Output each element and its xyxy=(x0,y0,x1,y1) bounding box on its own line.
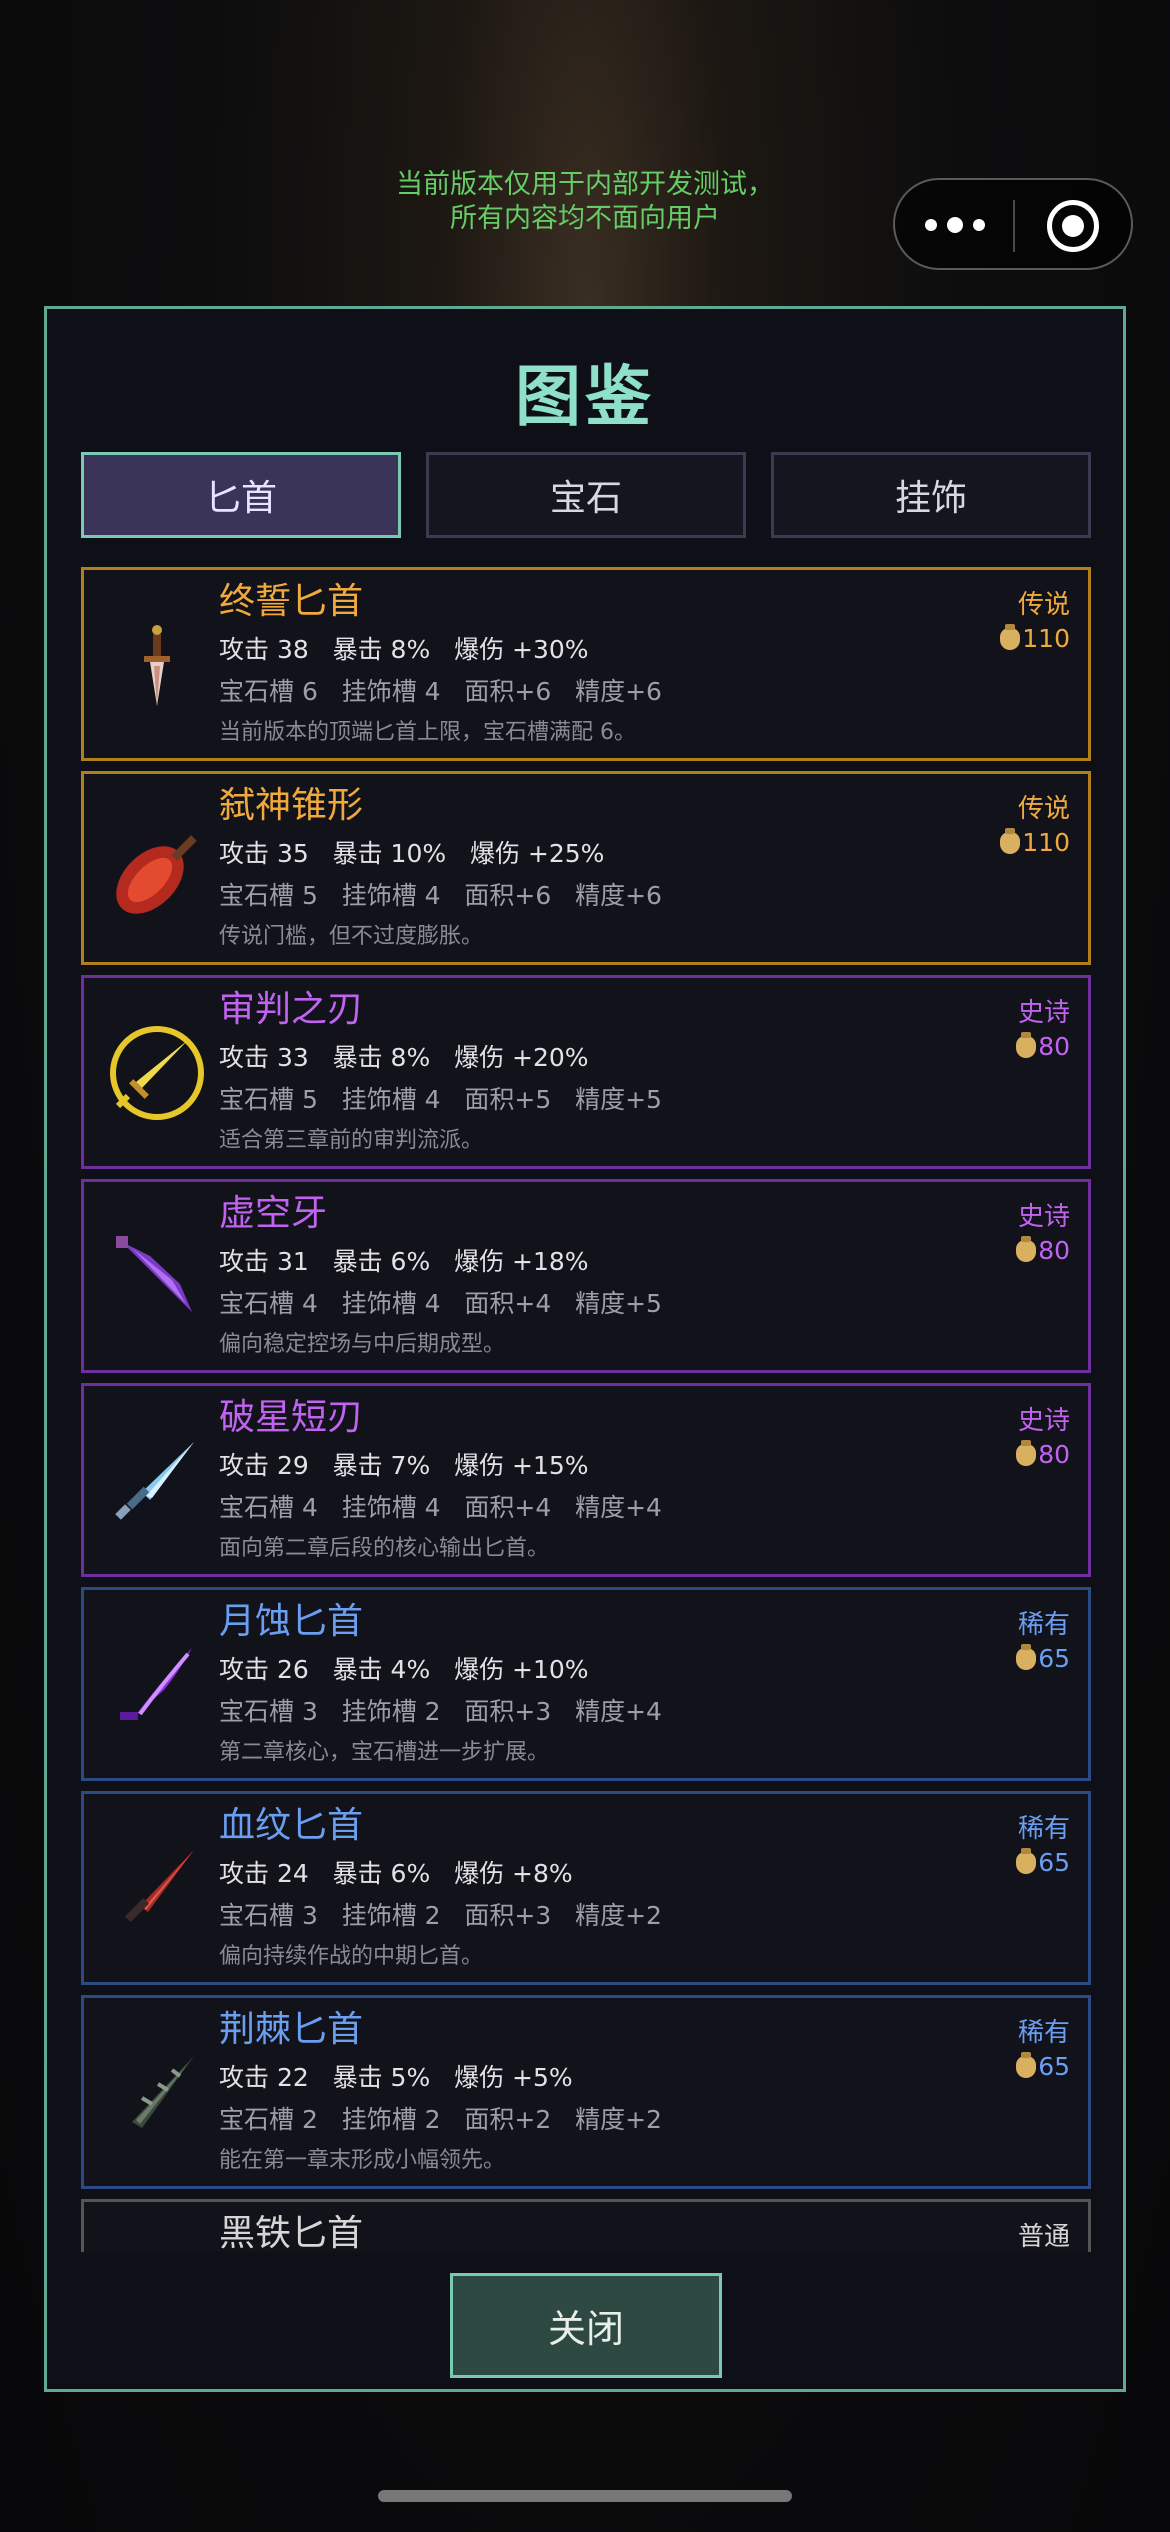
dagger-name: 黑铁匕首 xyxy=(219,2213,364,2252)
dagger-name: 弑神锥形 xyxy=(219,785,364,826)
dagger-name: 荆棘匕首 xyxy=(219,2009,364,2050)
coin-bag-icon xyxy=(1016,1643,1037,1670)
rarity-label: 史诗 xyxy=(1017,1406,1070,1436)
home-indicator xyxy=(378,2490,792,2502)
dagger-description: 第二章核心，宝石槽进一步扩展。 xyxy=(219,1740,550,1765)
capsule-divider xyxy=(1013,200,1015,252)
dagger-icon xyxy=(102,1018,212,1128)
dagger-slots: 宝石槽 3 挂饰槽 2 面积+3 精度+4 xyxy=(219,1697,662,1726)
price: 65 xyxy=(1016,1847,1070,1877)
price: 110 xyxy=(1000,827,1070,857)
rarity-label: 稀有 xyxy=(1017,1610,1070,1640)
dagger-stats: 攻击 26 暴击 4% 爆伤 +10% xyxy=(219,1655,589,1684)
dagger-description: 能在第一章末形成小幅领先。 xyxy=(219,2148,506,2173)
coin-bag-icon xyxy=(1016,1235,1037,1262)
dagger-card[interactable]: 虚空牙攻击 31 暴击 6% 爆伤 +18% 宝石槽 4 挂饰槽 4 面积+4 精… xyxy=(81,1179,1091,1373)
dagger-name: 审判之刃 xyxy=(219,989,364,1030)
dagger-icon xyxy=(102,1426,212,1536)
close-mini-program-icon[interactable] xyxy=(1047,200,1099,252)
dagger-card[interactable]: 破星短刃攻击 29 暴击 7% 爆伤 +15% 宝石槽 4 挂饰槽 4 面积+4 … xyxy=(81,1383,1091,1577)
dagger-slots: 宝石槽 5 挂饰槽 4 面积+5 精度+5 xyxy=(219,1085,662,1114)
dagger-stats: 攻击 38 暴击 8% 爆伤 +30% xyxy=(219,635,589,664)
dagger-card[interactable]: 荆棘匕首攻击 22 暴击 5% 爆伤 +5% 宝石槽 2 挂饰槽 2 面积+2 精… xyxy=(81,1995,1091,2189)
price: 80 xyxy=(1016,1235,1070,1265)
dagger-name: 月蚀匕首 xyxy=(219,1601,364,1642)
dagger-stats: 攻击 33 暴击 8% 爆伤 +20% xyxy=(219,1043,589,1072)
price: 110 xyxy=(1000,623,1070,653)
tab-gem[interactable]: 宝石 xyxy=(426,452,746,538)
rarity-label: 稀有 xyxy=(1017,1814,1070,1844)
coin-bag-icon xyxy=(1016,1031,1037,1058)
dagger-icon xyxy=(102,1834,212,1944)
dagger-list[interactable]: 终誓匕首攻击 38 暴击 8% 爆伤 +30% 宝石槽 6 挂饰槽 4 面积+6 … xyxy=(81,567,1091,2252)
dagger-stats: 攻击 24 暴击 6% 爆伤 +8% xyxy=(219,1859,573,1888)
price: 80 xyxy=(1016,1031,1070,1061)
dagger-stats: 攻击 29 暴击 7% 爆伤 +15% xyxy=(219,1451,589,1480)
rarity-label: 史诗 xyxy=(1017,998,1070,1028)
price: 80 xyxy=(1016,1439,1070,1469)
dagger-stats: 攻击 22 暴击 5% 爆伤 +5% xyxy=(219,2063,573,2092)
panel-title: 图鉴 xyxy=(515,358,655,435)
dagger-slots: 宝石槽 2 挂饰槽 2 面积+2 精度+2 xyxy=(219,2105,662,2134)
dagger-icon xyxy=(102,814,212,924)
dagger-slots: 宝石槽 3 挂饰槽 2 面积+3 精度+2 xyxy=(219,1901,662,1930)
dagger-name: 破星短刃 xyxy=(219,1397,364,1438)
dagger-description: 适合第三章前的审判流派。 xyxy=(219,1128,484,1153)
dagger-description: 面向第二章后段的核心输出匕首。 xyxy=(219,1536,550,1561)
dagger-slots: 宝石槽 4 挂饰槽 4 面积+4 精度+5 xyxy=(219,1289,662,1318)
coin-bag-icon xyxy=(1000,623,1021,650)
dagger-icon xyxy=(102,2242,212,2252)
coin-bag-icon xyxy=(1016,2051,1037,2078)
tab-dagger[interactable]: 匕首 xyxy=(81,452,401,538)
tab-charm[interactable]: 挂饰 xyxy=(771,452,1091,538)
dagger-card[interactable]: 弑神锥形攻击 35 暴击 10% 爆伤 +25% 宝石槽 5 挂饰槽 4 面积+6… xyxy=(81,771,1091,965)
dagger-description: 当前版本的顶端匕首上限，宝石槽满配 6。 xyxy=(219,720,636,745)
dagger-icon xyxy=(102,1222,212,1332)
price: 65 xyxy=(1016,1643,1070,1673)
dagger-name: 血纹匕首 xyxy=(219,1805,364,1846)
price: 65 xyxy=(1016,2051,1070,2081)
dagger-description: 传说门槛，但不过度膨胀。 xyxy=(219,924,484,949)
rarity-label: 传说 xyxy=(1017,590,1070,620)
rarity-label: 史诗 xyxy=(1017,1202,1070,1232)
mini-program-capsule xyxy=(893,178,1133,270)
dagger-slots: 宝石槽 6 挂饰槽 4 面积+6 精度+6 xyxy=(219,677,662,706)
dagger-slots: 宝石槽 5 挂饰槽 4 面积+6 精度+6 xyxy=(219,881,662,910)
rarity-label: 传说 xyxy=(1017,794,1070,824)
dagger-card[interactable]: 审判之刃攻击 33 暴击 8% 爆伤 +20% 宝石槽 5 挂饰槽 4 面积+5 … xyxy=(81,975,1091,1169)
dagger-description: 偏向稳定控场与中后期成型。 xyxy=(219,1332,506,1357)
dagger-slots: 宝石槽 4 挂饰槽 4 面积+4 精度+4 xyxy=(219,1493,662,1522)
dagger-card[interactable]: 终誓匕首攻击 38 暴击 8% 爆伤 +30% 宝石槽 6 挂饰槽 4 面积+6 … xyxy=(81,567,1091,761)
coin-bag-icon xyxy=(1016,1847,1037,1874)
dagger-stats: 攻击 31 暴击 6% 爆伤 +18% xyxy=(219,1247,589,1276)
dagger-card[interactable]: 月蚀匕首攻击 26 暴击 4% 爆伤 +10% 宝石槽 3 挂饰槽 2 面积+3 … xyxy=(81,1587,1091,1781)
dagger-icon xyxy=(102,2038,212,2148)
dagger-card[interactable]: 黑铁匕首 普通 xyxy=(81,2199,1091,2252)
dagger-description: 偏向持续作战的中期匕首。 xyxy=(219,1944,484,1969)
dagger-card[interactable]: 血纹匕首攻击 24 暴击 6% 爆伤 +8% 宝石槽 3 挂饰槽 2 面积+3 精… xyxy=(81,1791,1091,1985)
close-button[interactable]: 关闭 xyxy=(450,2273,722,2378)
dagger-icon xyxy=(102,610,212,720)
rarity-label: 普通 xyxy=(1017,2222,1070,2252)
dagger-stats: 攻击 35 暴击 10% 爆伤 +25% xyxy=(219,839,605,868)
coin-bag-icon xyxy=(1016,1439,1037,1466)
dagger-icon xyxy=(102,1630,212,1740)
rarity-label: 稀有 xyxy=(1017,2018,1070,2048)
more-icon[interactable] xyxy=(925,210,985,240)
dagger-name: 终誓匕首 xyxy=(219,581,364,622)
dagger-name: 虚空牙 xyxy=(219,1193,328,1234)
coin-bag-icon xyxy=(1000,827,1021,854)
codex-panel: 图鉴 匕首 宝石 挂饰 终誓匕首攻击 38 暴击 8% 爆伤 +30% 宝石槽 6… xyxy=(44,306,1126,2392)
category-tabs: 匕首 宝石 挂饰 xyxy=(81,452,1091,538)
